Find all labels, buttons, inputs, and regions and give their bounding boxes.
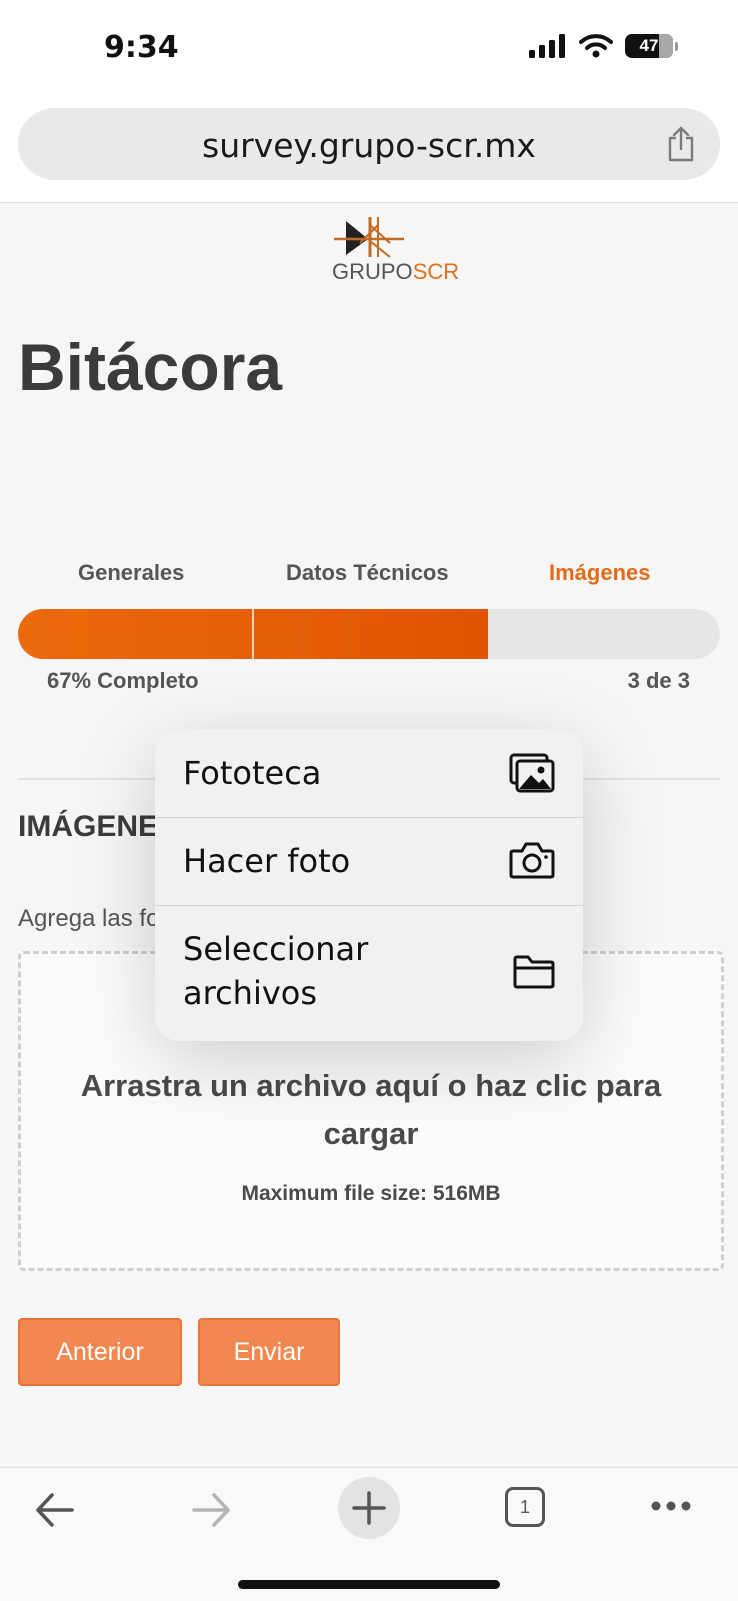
more-options-icon[interactable] — [651, 1500, 691, 1512]
previous-button[interactable]: Anterior — [18, 1318, 182, 1386]
status-icons: 47 — [529, 34, 678, 58]
battery-icon: 47 — [625, 34, 673, 58]
submit-button[interactable]: Enviar — [198, 1318, 340, 1386]
url-text[interactable]: survey.grupo-scr.mx — [18, 126, 720, 165]
logo-wordmark: GRUPOSCR — [332, 259, 460, 284]
back-arrow-icon[interactable] — [34, 1490, 76, 1530]
cellular-signal-icon — [529, 34, 565, 58]
photo-library-icon — [509, 753, 555, 793]
progress-bar — [18, 609, 720, 659]
step-indicator: Generales Datos Técnicos Imágenes — [18, 560, 720, 590]
dropzone-instruction: Arrastra un archivo aquí o haz clic para… — [80, 1068, 662, 1151]
folder-icon — [513, 955, 555, 989]
step-count: 3 de 3 — [627, 668, 690, 693]
menu-item-photo-library[interactable]: Fototeca — [155, 729, 583, 818]
menu-item-select-files[interactable]: Seleccionar archivos — [155, 905, 583, 1041]
new-tab-button[interactable] — [338, 1477, 400, 1539]
plus-icon — [352, 1491, 386, 1525]
file-picker-menu: Fototeca Hacer foto Seleccionar archivos — [155, 729, 583, 1041]
forward-arrow-icon[interactable] — [190, 1490, 232, 1530]
battery-level: 47 — [639, 36, 659, 55]
progress-label: 67% Completo — [47, 668, 199, 693]
progress-divider — [251, 609, 254, 659]
max-file-size: Maximum file size: 516MB — [241, 1182, 501, 1205]
tab-switcher-button[interactable]: 1 — [505, 1487, 545, 1527]
tab-count: 1 — [519, 1496, 530, 1517]
menu-item-label: Seleccionar archivos — [183, 930, 369, 1012]
camera-icon — [509, 842, 555, 879]
wifi-icon — [579, 34, 613, 58]
browser-header: survey.grupo-scr.mx — [0, 100, 738, 203]
menu-item-take-photo[interactable]: Hacer foto — [155, 817, 583, 906]
company-logo: GRUPOSCR — [332, 217, 460, 287]
step-datos-tecnicos: Datos Técnicos — [286, 560, 449, 585]
menu-item-label: Fototeca — [183, 754, 322, 792]
share-icon[interactable] — [666, 126, 696, 162]
logo-graphic — [334, 217, 404, 258]
home-indicator — [238, 1580, 500, 1589]
clock: 9:34 — [104, 30, 179, 65]
page-title: Bitácora — [18, 330, 283, 404]
step-imagenes: Imágenes — [549, 560, 651, 585]
browser-toolbar: 1 — [0, 1467, 738, 1601]
status-bar: 9:34 47 — [0, 0, 738, 100]
address-bar[interactable]: survey.grupo-scr.mx — [18, 108, 720, 180]
step-generales: Generales — [78, 560, 185, 585]
menu-item-label: Hacer foto — [183, 842, 351, 880]
